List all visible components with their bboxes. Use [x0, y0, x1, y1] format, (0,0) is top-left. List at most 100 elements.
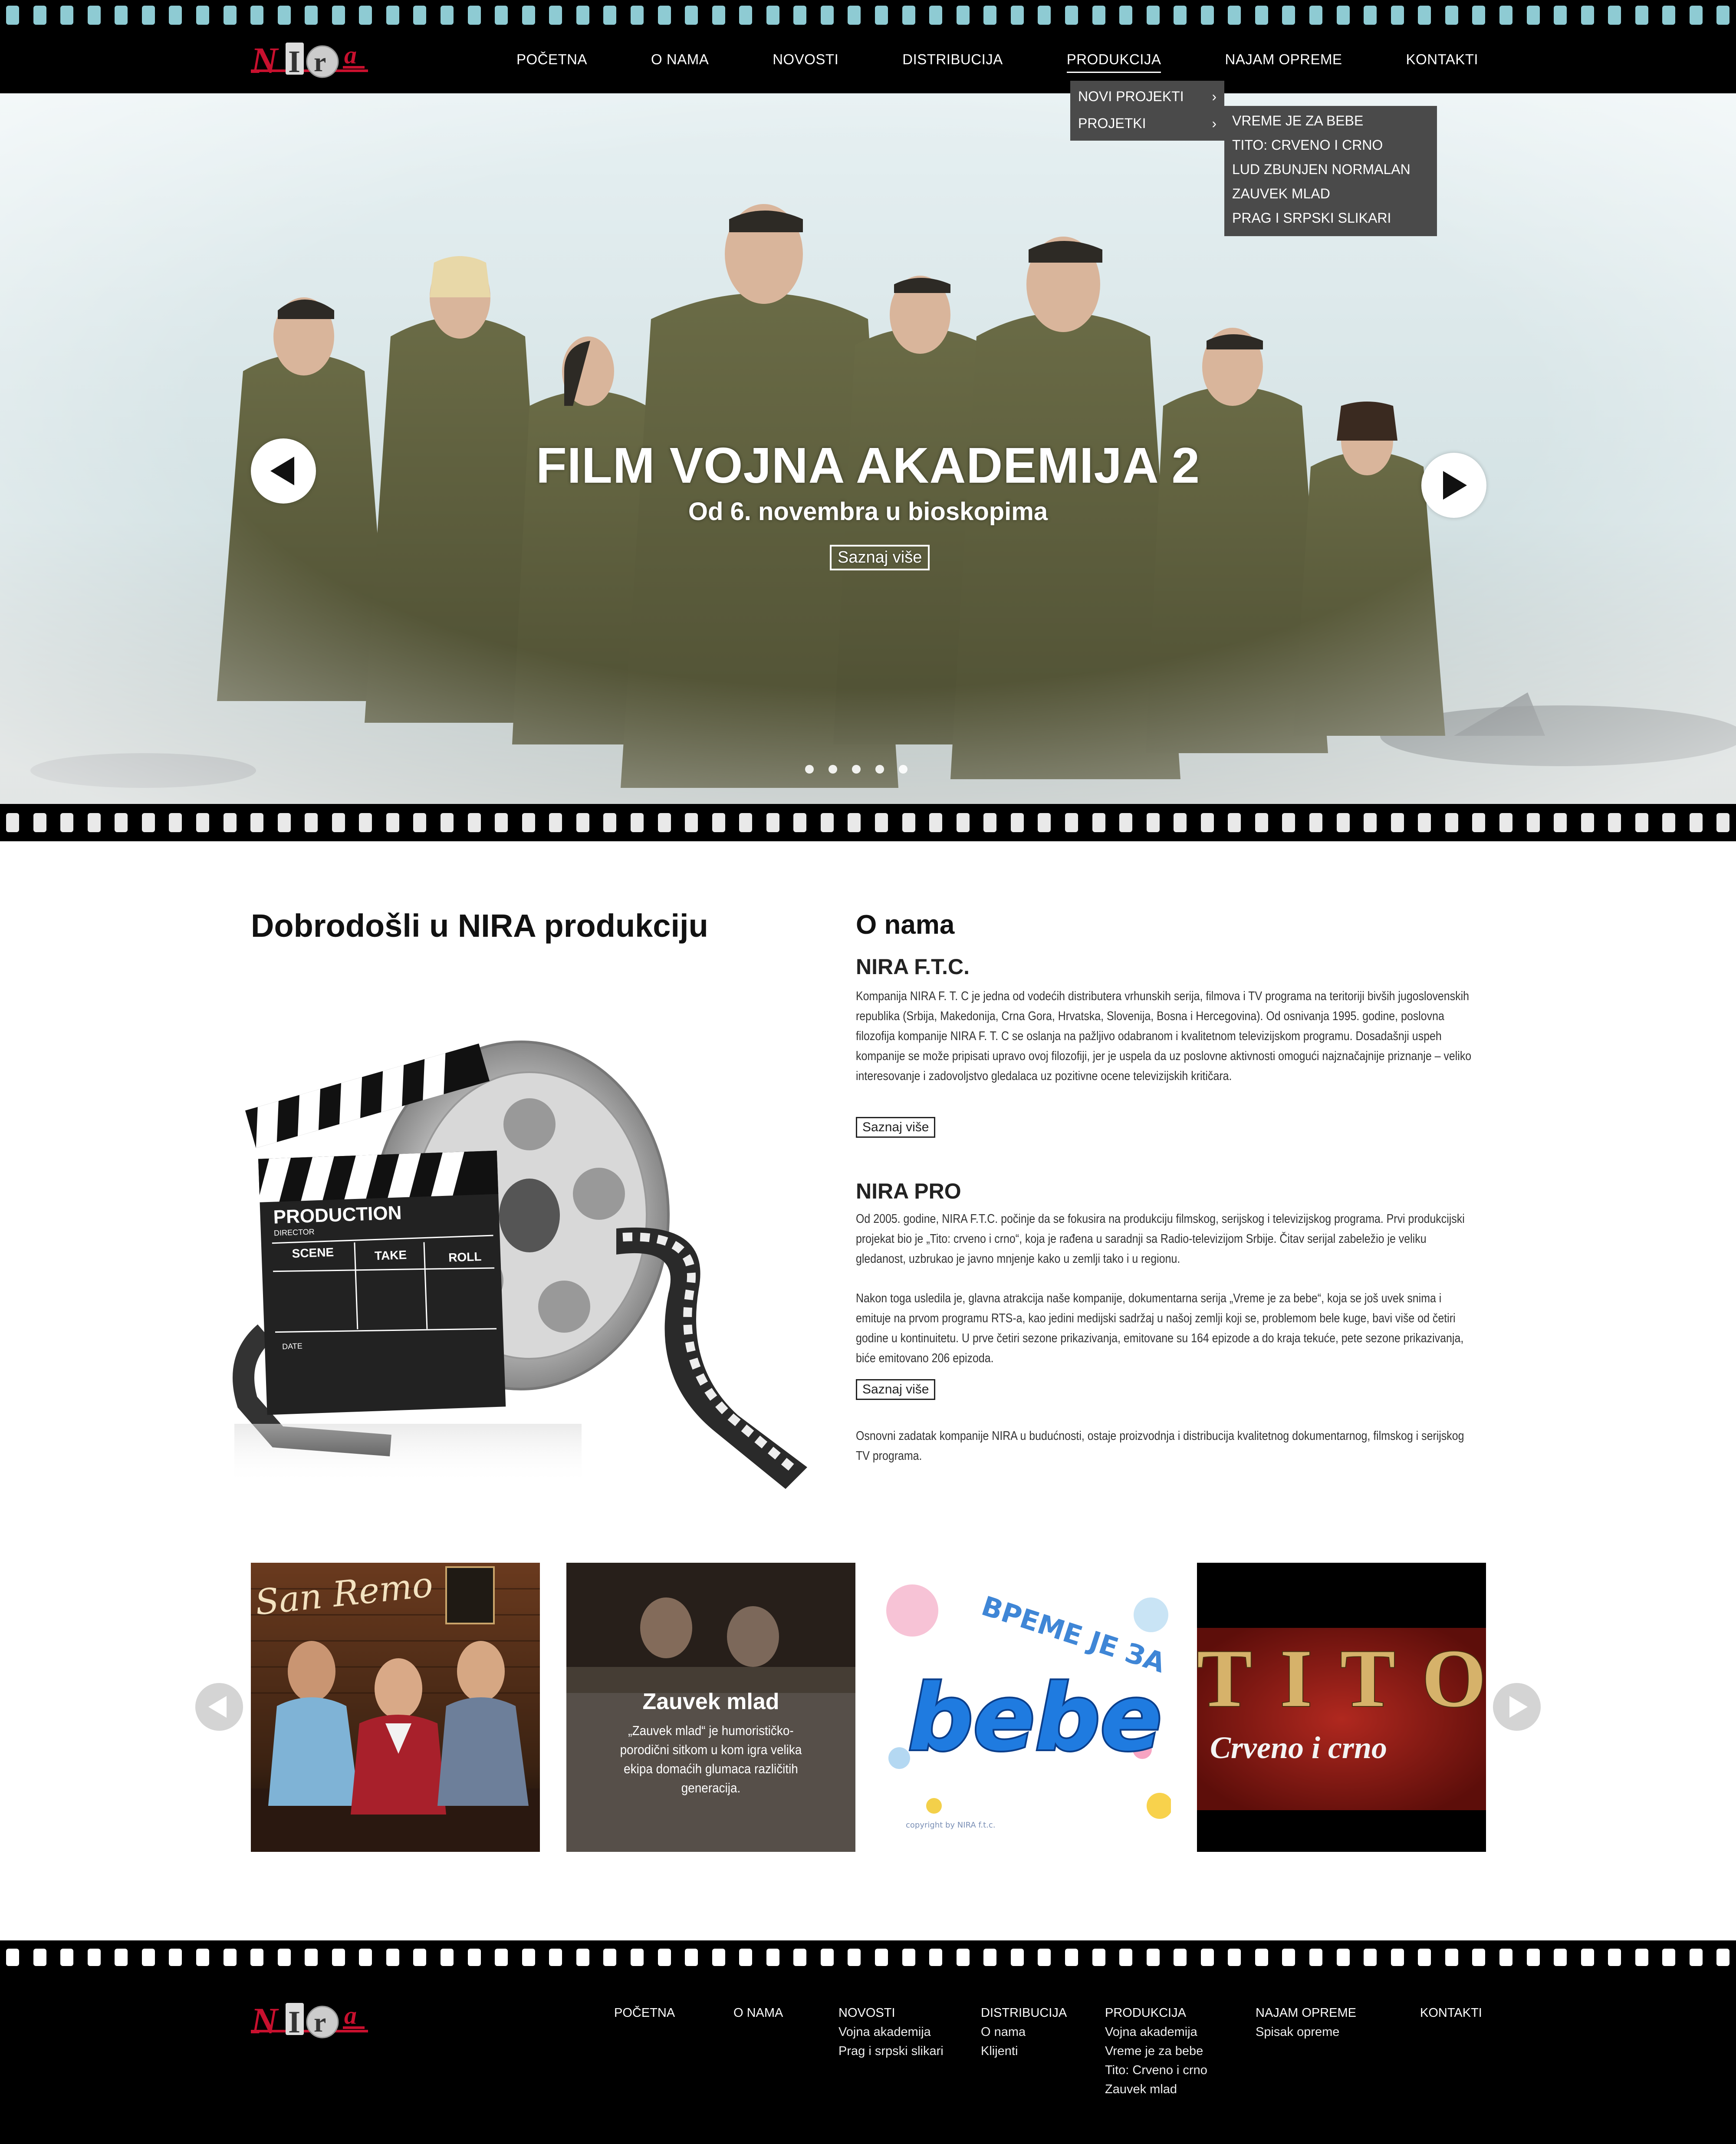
submenu-item-lud-zbunjen-normalan[interactable]: LUD ZBUNJEN NORMALAN — [1224, 157, 1437, 181]
hero-slide-dots — [798, 765, 915, 776]
dropdown-item-label: NOVI PROJEKTI — [1078, 88, 1184, 104]
film-sprocket-hole — [793, 813, 807, 832]
footer-link-distribucija[interactable]: DISTRIBUCIJA — [981, 2003, 1067, 2022]
footer-col-novosti: NOVOSTI Vojna akademija Prag i srpski sl… — [838, 2003, 944, 2061]
nira-ftc-more-button[interactable]: Saznaj više — [856, 1117, 936, 1138]
film-sprocket-hole — [33, 1949, 46, 1966]
submenu-item-vreme-je-za-bebe[interactable]: VREME JE ZA BEBE — [1224, 109, 1437, 133]
footer-link-zauvek-mlad[interactable]: Zauvek mlad — [1105, 2080, 1207, 2099]
footer-link-tito-crveno-i-crno[interactable]: Tito: Crveno i crno — [1105, 2061, 1207, 2080]
nira-logo[interactable]: N I r a — [250, 39, 368, 82]
submenu-item-prag-i-srpski-slikari[interactable]: PRAG I SRPSKI SLIKARI — [1224, 206, 1437, 230]
footer-link-o-nama[interactable]: O NAMA — [733, 2003, 783, 2022]
nav-item-o-nama[interactable]: O NAMA — [651, 51, 709, 73]
film-sprocket-hole — [1472, 6, 1486, 25]
film-sprocket-hole — [739, 813, 753, 832]
film-sprocket-hole — [441, 813, 454, 832]
nav-item-najam-opreme[interactable]: NAJAM OPREME — [1225, 51, 1342, 73]
hero-more-button[interactable]: Saznaj više — [830, 545, 930, 570]
film-sprocket-hole — [1309, 1949, 1322, 1966]
dropdown-item-novi-projekti[interactable]: NOVI PROJEKTI › — [1070, 81, 1224, 109]
footer-link-novosti[interactable]: NOVOSTI — [838, 2003, 944, 2022]
film-sprocket-hole — [1282, 813, 1295, 832]
carousel-prev-button[interactable] — [195, 1683, 243, 1731]
footer-link-klijenti[interactable]: Klijenti — [981, 2042, 1067, 2061]
slide-dot-4[interactable] — [875, 765, 884, 774]
submenu-item-tito-crveno-i-crno[interactable]: TITO: CRVENO I CRNO — [1224, 133, 1437, 157]
zauvek-mlad-text: „Zauvek mlad“ je humorističko-porodični … — [620, 1723, 802, 1795]
film-sprocket-hole — [60, 813, 74, 832]
footer-col-pocetna: POČETNA — [614, 2003, 675, 2022]
film-sprocket-hole — [1418, 813, 1431, 832]
footer-link-produkcija[interactable]: PRODUKCIJA — [1105, 2003, 1207, 2022]
nav-item-kontakti[interactable]: KONTAKTI — [1406, 51, 1479, 73]
slide-dot-3[interactable] — [852, 765, 861, 774]
film-sprocket-hole — [386, 1949, 399, 1966]
film-sprocket-hole — [902, 813, 915, 832]
film-sprocket-hole — [1608, 6, 1621, 25]
film-sprocket-hole — [956, 1949, 970, 1966]
film-sprocket-hole — [630, 6, 644, 25]
hero-prev-button[interactable] — [251, 438, 316, 504]
footer-link-najam-opreme[interactable]: NAJAM OPREME — [1256, 2003, 1356, 2022]
submenu-item-zauvek-mlad[interactable]: ZAUVEK MLAD — [1224, 181, 1437, 206]
carousel-item-san-remo[interactable]: San Remo — [251, 1563, 540, 1852]
film-sprocket-hole — [630, 1949, 644, 1966]
slide-dot-2[interactable] — [829, 765, 837, 774]
nav-item-distribucija[interactable]: DISTRIBUCIJA — [902, 51, 1003, 73]
footer-link-spisak-opreme[interactable]: Spisak opreme — [1256, 2022, 1356, 2042]
clapper-production-text: PRODUCTION — [273, 1202, 402, 1228]
footer-link-vreme-je-za-bebe[interactable]: Vreme je za bebe — [1105, 2042, 1207, 2061]
film-sprocket-hole — [1010, 1949, 1024, 1966]
film-sprocket-hole — [1554, 813, 1567, 832]
film-sprocket-hole — [1255, 6, 1268, 25]
film-sprocket-hole — [712, 1949, 725, 1966]
film-sprocket-hole — [33, 6, 46, 25]
film-sprocket-hole — [685, 1949, 698, 1966]
footer-col-distribucija: DISTRIBUCIJA O nama Klijenti — [981, 2003, 1067, 2061]
clapper-date-text: DATE — [282, 1341, 302, 1351]
film-sprocket-hole — [1038, 6, 1051, 25]
film-sprocket-hole — [467, 813, 481, 832]
carousel-next-button[interactable] — [1493, 1683, 1541, 1731]
bebe-copyright-text: copyright by NIRA f.t.c. — [906, 1821, 996, 1830]
logo-letter-r: r — [314, 46, 326, 77]
carousel-item-tito[interactable]: TITO Crveno i crno — [1197, 1563, 1486, 1852]
film-sprocket-hole — [250, 1949, 264, 1966]
film-sprocket-hole — [196, 1949, 209, 1966]
footer-link-kontakti[interactable]: KONTAKTI — [1420, 2003, 1482, 2022]
film-sprocket-hole — [1174, 6, 1187, 25]
footer-logo-letter-i: I — [288, 2005, 300, 2039]
nav-item-produkcija[interactable]: PRODUKCIJA — [1066, 51, 1161, 73]
film-sprocket-hole — [1038, 813, 1051, 832]
footer-link-prag-i-srpski-slikari[interactable]: Prag i srpski slikari — [838, 2042, 944, 2061]
footer-logo[interactable]: N I r a — [250, 1999, 368, 2043]
nira-pro-more-button[interactable]: Saznaj više — [856, 1379, 936, 1400]
film-sprocket-hole — [1662, 6, 1676, 25]
footer-link-prod-vojna-akademija[interactable]: Vojna akademija — [1105, 2022, 1207, 2042]
film-sprocket-hole — [1445, 813, 1458, 832]
hero-next-button[interactable] — [1421, 453, 1486, 518]
film-sprocket-hole — [658, 6, 671, 25]
carousel-item-vreme-je-za-bebe[interactable]: ВРЕМЕ ЈЕ ЗА bebe copyright by NIRA f.t.c… — [882, 1563, 1171, 1852]
film-sprocket-hole — [277, 813, 291, 832]
dropdown-item-projetki[interactable]: PROJETKI › — [1070, 109, 1224, 137]
film-sprocket-hole — [1499, 1949, 1512, 1966]
carousel-item-zauvek-mlad[interactable]: Zauvek mlad „Zauvek mlad“ je humorističk… — [566, 1563, 855, 1852]
film-sprocket-hole — [820, 813, 834, 832]
footer-link-pocetna[interactable]: POČETNA — [614, 2003, 675, 2022]
slide-dot-5[interactable] — [899, 765, 907, 774]
nav-item-novosti[interactable]: NOVOSTI — [773, 51, 838, 73]
footer-link-dist-o-nama[interactable]: O nama — [981, 2022, 1067, 2042]
film-sprocket-hole — [983, 813, 997, 832]
slide-dot-1[interactable] — [805, 765, 814, 774]
film-sprocket-hole — [549, 1949, 562, 1966]
nav-item-pocetna[interactable]: POČETNA — [516, 51, 587, 73]
film-sprocket-hole — [739, 6, 753, 25]
film-sprocket-hole — [169, 6, 182, 25]
film-sprocket-hole — [1364, 1949, 1377, 1966]
film-sprocket-hole — [1065, 1949, 1078, 1966]
film-sprocket-hole — [1174, 1949, 1187, 1966]
footer-logo-letter-r: r — [314, 2007, 326, 2038]
footer-link-vojna-akademija[interactable]: Vojna akademija — [838, 2022, 944, 2042]
